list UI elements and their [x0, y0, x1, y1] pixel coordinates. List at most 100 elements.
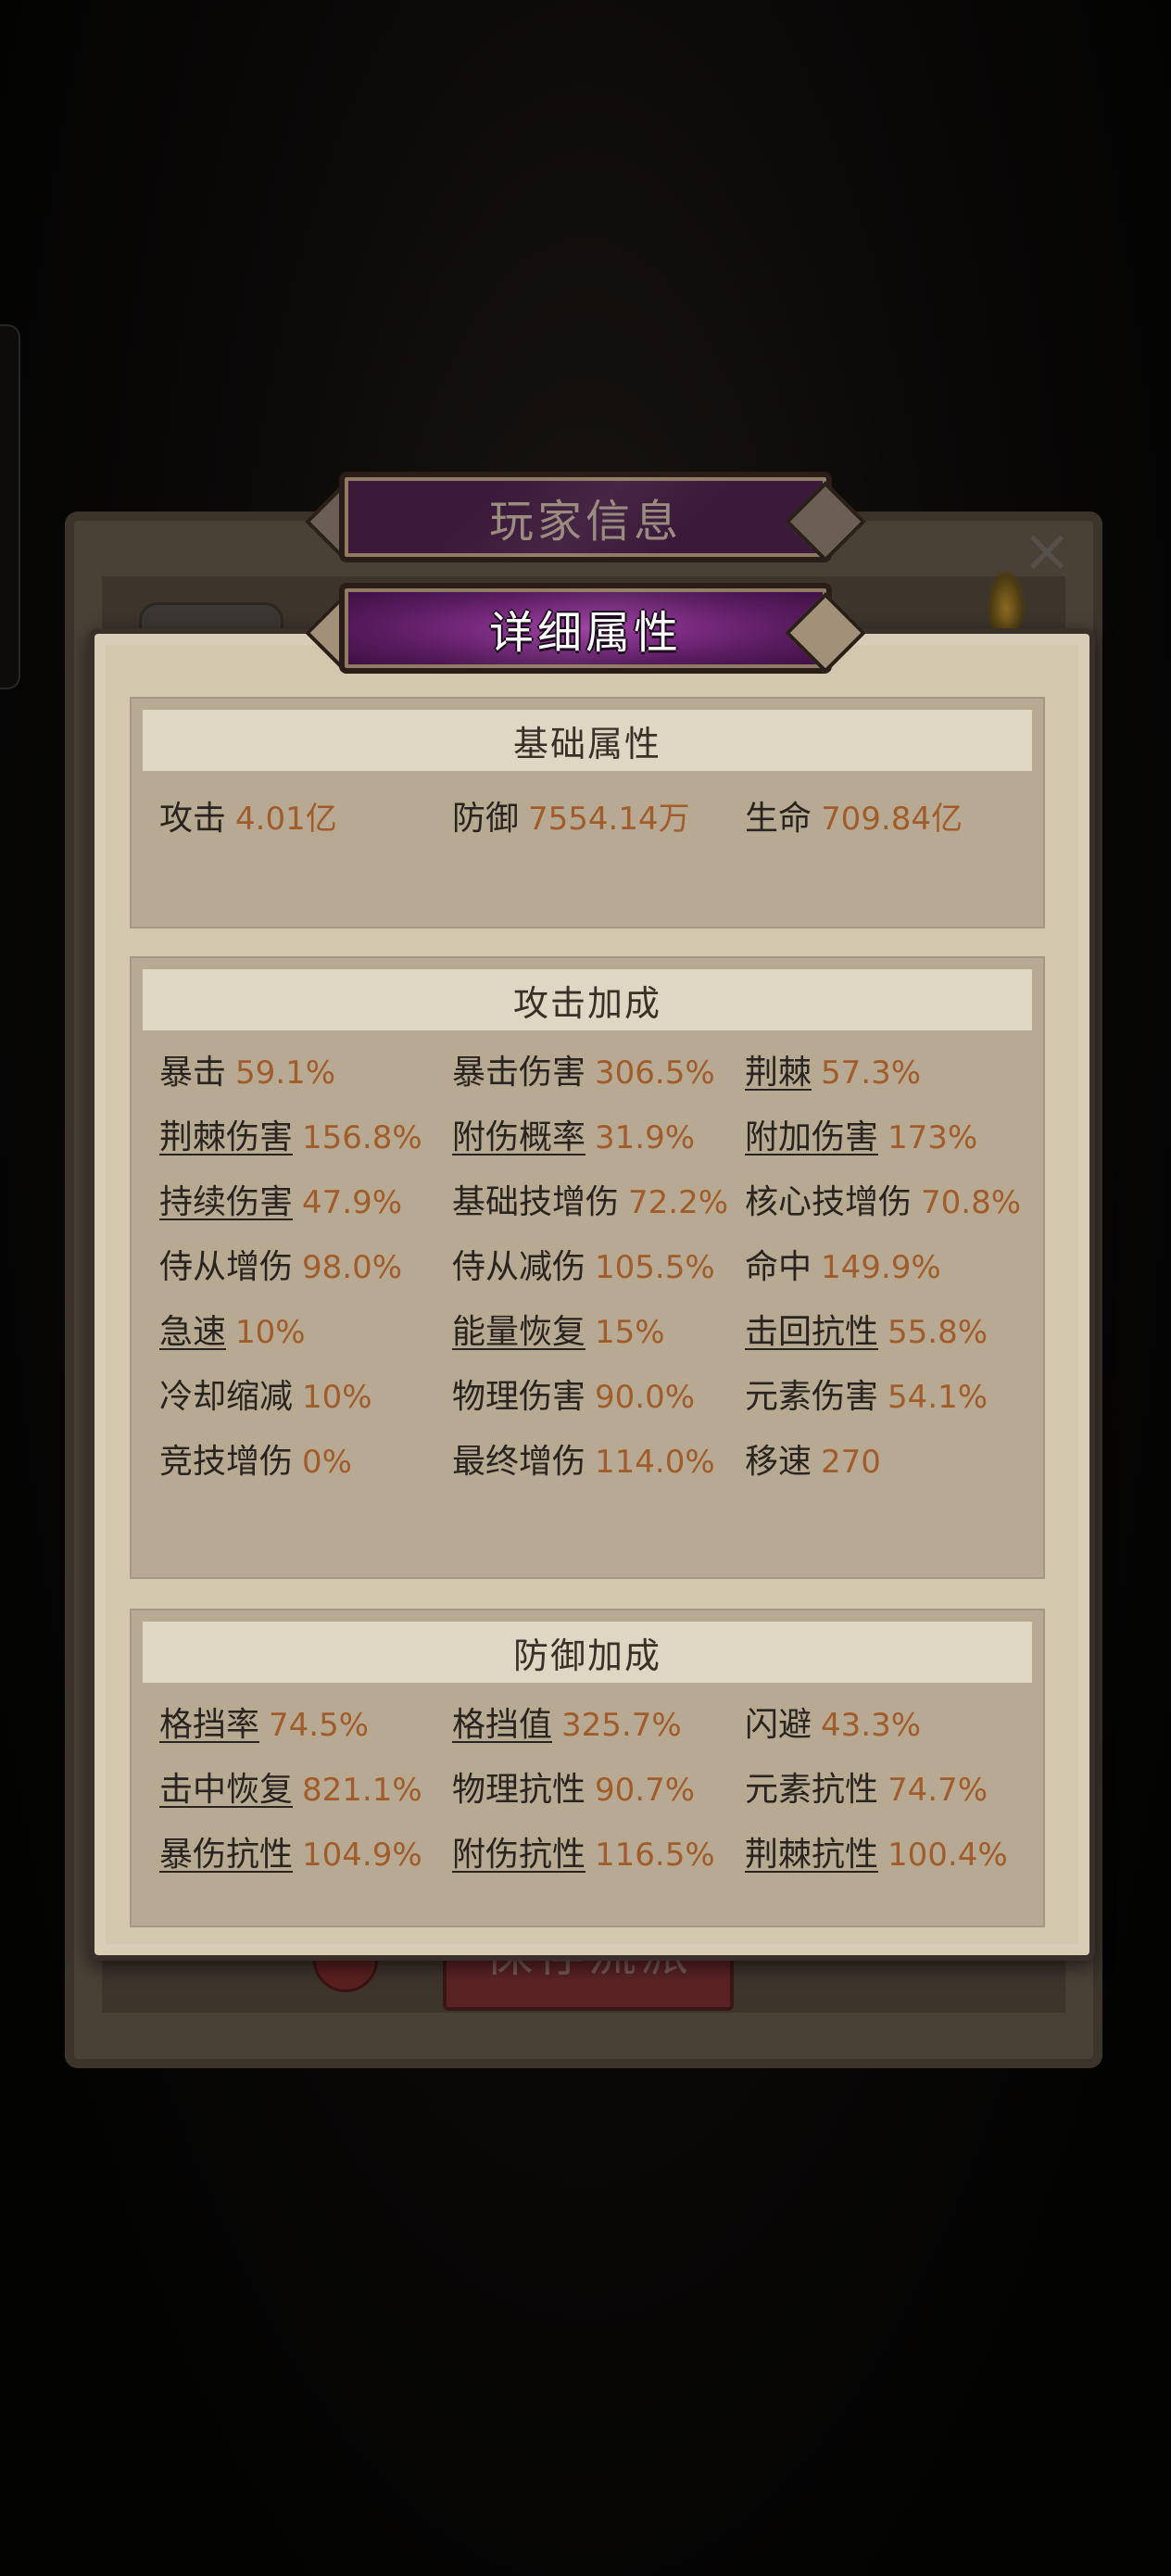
stat-item[interactable]: 附伤概率 31.9% — [452, 1110, 695, 1166]
stat-item: 闪避 43.3% — [745, 1698, 921, 1753]
stat-value: 821.1% — [302, 1772, 422, 1809]
stat-label: 暴击伤害 — [452, 1054, 586, 1092]
stat-label: 侍从减伤 — [452, 1248, 586, 1286]
stat-value: 74.7% — [888, 1772, 988, 1809]
stat-item: 元素抗性 74.7% — [745, 1762, 988, 1818]
stat-value: 7554.14万 — [528, 801, 690, 838]
stat-item: 基础技增伤 72.2% — [452, 1175, 728, 1231]
stat-item: 竞技增伤 0% — [159, 1434, 352, 1490]
close-icon[interactable]: × — [1019, 522, 1075, 581]
stat-value: 54.1% — [888, 1379, 988, 1416]
stat-item[interactable]: 荆棘 57.3% — [745, 1045, 921, 1101]
stat-value: 114.0% — [595, 1444, 715, 1481]
stat-row: 击中恢复 821.1% 物理抗性 90.7% 元素抗性 74.7% — [159, 1762, 1034, 1818]
stat-value: 43.3% — [821, 1707, 922, 1744]
stat-item[interactable]: 荆棘伤害 156.8% — [159, 1110, 422, 1166]
stat-label: 最终增伤 — [452, 1443, 586, 1481]
stat-label-link[interactable]: 附加伤害 — [745, 1118, 878, 1156]
stat-item: 生命 709.84亿 — [745, 791, 963, 847]
stat-value: 0% — [302, 1444, 352, 1481]
stat-label-link[interactable]: 持续伤害 — [159, 1183, 293, 1221]
player-info-banner: 玩家信息 — [305, 472, 866, 562]
stat-value: 70.8% — [921, 1184, 1022, 1221]
stat-label: 冷却缩减 — [159, 1378, 294, 1416]
stat-label-link[interactable]: 急速 — [159, 1313, 226, 1351]
stat-label-link[interactable]: 能量恢复 — [452, 1313, 586, 1351]
stat-row: 竞技增伤 0% 最终增伤 114.0% 移速 270 — [159, 1434, 1034, 1490]
stat-label-link[interactable]: 格挡率 — [159, 1706, 259, 1744]
stat-item[interactable]: 格挡值 325.7% — [452, 1698, 682, 1753]
stat-value: 325.7% — [561, 1707, 682, 1744]
stat-item: 元素伤害 54.1% — [745, 1370, 988, 1425]
stat-value: 98.0% — [302, 1249, 403, 1286]
stat-label-link[interactable]: 击中恢复 — [159, 1771, 293, 1809]
stat-value: 10% — [302, 1379, 372, 1416]
stat-item[interactable]: 击回抗性 55.8% — [745, 1305, 988, 1360]
stat-row: 荆棘伤害 156.8% 附伤概率 31.9% 附加伤害 173% — [159, 1110, 1034, 1166]
stat-value: 4.01亿 — [235, 801, 337, 838]
stat-label: 移速 — [745, 1443, 812, 1481]
stat-item: 暴击伤害 306.5% — [452, 1045, 715, 1101]
section-title: 攻击加成 — [512, 982, 661, 1024]
stat-label-link[interactable]: 击回抗性 — [745, 1313, 878, 1351]
stat-item: 最终增伤 114.0% — [452, 1434, 715, 1490]
stat-row: 急速 10% 能量恢复 15% 击回抗性 55.8% — [159, 1305, 1034, 1360]
stat-item[interactable]: 附加伤害 173% — [745, 1110, 977, 1166]
detailed-attributes-banner: 详细属性 — [305, 583, 866, 674]
stat-item[interactable]: 能量恢复 15% — [452, 1305, 665, 1360]
stat-label: 元素伤害 — [745, 1378, 879, 1416]
stat-item: 侍从增伤 98.0% — [159, 1240, 402, 1295]
stat-row: 暴击 59.1% 暴击伤害 306.5% 荆棘 57.3% — [159, 1045, 1034, 1101]
stat-label: 攻击 — [159, 800, 227, 838]
stat-label-link[interactable]: 暴伤抗性 — [159, 1836, 293, 1874]
stat-value: 104.9% — [302, 1837, 422, 1874]
stat-value: 270 — [821, 1444, 881, 1481]
stat-item[interactable]: 持续伤害 47.9% — [159, 1175, 402, 1231]
section-title: 防御加成 — [512, 1635, 661, 1676]
stat-label-link[interactable]: 荆棘伤害 — [159, 1118, 293, 1156]
stat-item: 物理抗性 90.7% — [452, 1762, 695, 1818]
stat-value: 74.5% — [269, 1707, 370, 1744]
section-header: 基础属性 — [143, 710, 1032, 771]
stat-item[interactable]: 附伤抗性 116.5% — [452, 1827, 715, 1883]
stat-item: 攻击 4.01亿 — [159, 791, 337, 847]
stat-item[interactable]: 击中恢复 821.1% — [159, 1762, 422, 1818]
stat-label-link[interactable]: 荆棘抗性 — [745, 1836, 878, 1874]
section-base-attributes: 基础属性 攻击 4.01亿 防御 7554.14万 生命 709.84亿 — [130, 697, 1045, 928]
stat-item[interactable]: 格挡率 74.5% — [159, 1698, 369, 1753]
stat-item[interactable]: 暴伤抗性 104.9% — [159, 1827, 422, 1883]
stat-label: 闪避 — [745, 1706, 812, 1744]
section-defense-bonuses: 防御加成 格挡率 74.5% 格挡值 325.7% 闪避 43.3% 击中恢复 821.1% 物… — [130, 1609, 1045, 1927]
stat-label: 竞技增伤 — [159, 1443, 294, 1481]
stat-value: 100.4% — [888, 1837, 1008, 1874]
stat-label-link[interactable]: 荆棘 — [745, 1054, 812, 1092]
stat-item[interactable]: 急速 10% — [159, 1305, 306, 1360]
stat-row: 持续伤害 47.9% 基础技增伤 72.2% 核心技增伤 70.8% — [159, 1175, 1034, 1231]
candle-flame-icon — [988, 570, 1025, 635]
stat-label-link[interactable]: 格挡值 — [452, 1706, 552, 1744]
stat-value: 90.7% — [595, 1772, 696, 1809]
stat-value: 15% — [595, 1314, 665, 1351]
stat-item: 核心技增伤 70.8% — [745, 1175, 1021, 1231]
stat-label: 基础技增伤 — [452, 1183, 620, 1221]
stat-value: 10% — [235, 1314, 306, 1351]
stat-item: 防御 7554.14万 — [452, 791, 690, 847]
stat-label-link[interactable]: 附伤抗性 — [452, 1836, 586, 1874]
section-header: 攻击加成 — [143, 969, 1032, 1030]
stat-value: 55.8% — [888, 1314, 988, 1351]
stat-value: 709.84亿 — [821, 801, 963, 838]
stat-row: 格挡率 74.5% 格挡值 325.7% 闪避 43.3% — [159, 1698, 1034, 1753]
section-attack-bonuses: 攻击加成 暴击 59.1% 暴击伤害 306.5% 荆棘 57.3% 荆棘伤害 156.8% 附… — [130, 956, 1045, 1579]
stat-item: 暴击 59.1% — [159, 1045, 335, 1101]
stat-label: 暴击 — [159, 1054, 227, 1092]
stat-value: 59.1% — [235, 1054, 336, 1092]
side-drawer-handle[interactable] — [0, 324, 20, 689]
stat-label: 生命 — [745, 800, 812, 838]
section-header: 防御加成 — [143, 1622, 1032, 1683]
stat-value: 57.3% — [821, 1054, 922, 1092]
stat-label-link[interactable]: 附伤概率 — [452, 1118, 586, 1156]
stat-value: 156.8% — [302, 1119, 422, 1156]
detailed-attributes-title: 详细属性 — [488, 607, 682, 659]
stat-row: 冷却缩减 10% 物理伤害 90.0% 元素伤害 54.1% — [159, 1370, 1034, 1425]
stat-item[interactable]: 荆棘抗性 100.4% — [745, 1827, 1008, 1883]
